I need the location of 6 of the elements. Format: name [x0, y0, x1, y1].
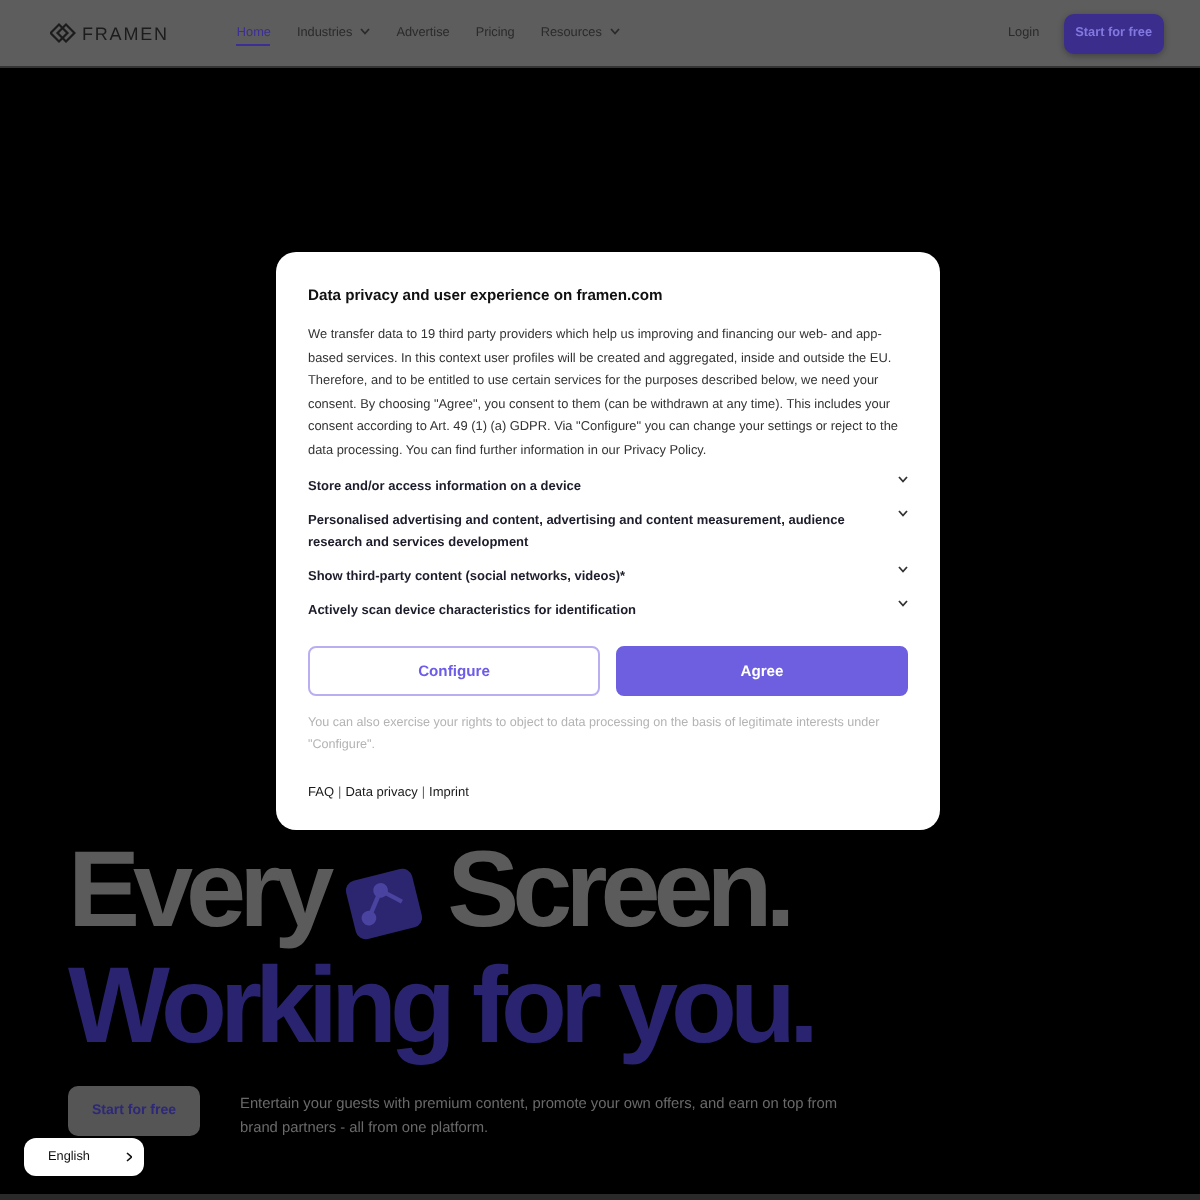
hero-headline: Screen. [447, 832, 789, 948]
chevron-right-icon [125, 1152, 132, 1162]
hero-subheadline: Working for you. [68, 948, 812, 1064]
logo-wordmark: FRAMEN [82, 21, 169, 45]
logo-icon [50, 21, 76, 45]
hero-headline: Every [68, 832, 328, 948]
